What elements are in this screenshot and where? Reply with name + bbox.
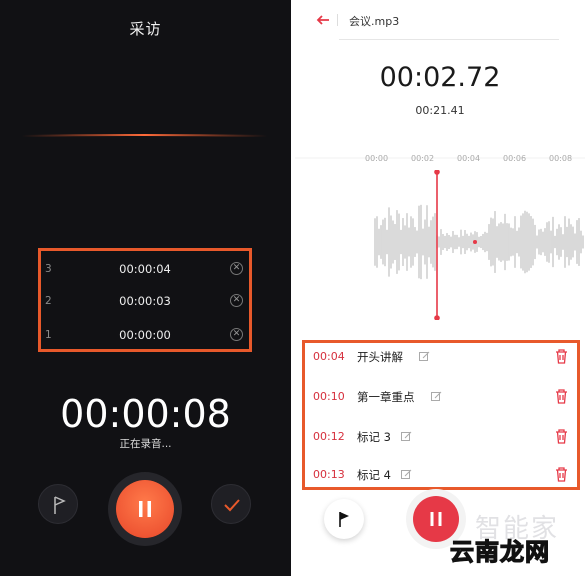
finish-recording-button[interactable] <box>211 484 251 524</box>
playhead-dot <box>473 240 477 244</box>
add-mark-button[interactable] <box>38 484 78 524</box>
back-arrow-icon[interactable] <box>315 12 331 28</box>
playhead-dot <box>434 315 440 320</box>
trash-icon[interactable] <box>555 349 568 364</box>
mark-time: 00:00:03 <box>119 294 171 308</box>
ruler-tick: 00:08 <box>549 154 573 163</box>
mark-list: 00:04 开头讲解 00:10 第一章重点 00:12 标记 3 00:13 … <box>302 340 580 490</box>
recording-screen: 采访 3 00:00:04 ✕ 2 00:00:03 ✕ 1 00:00:00 … <box>0 0 291 576</box>
mark-time: 00:10 <box>313 390 345 403</box>
trash-icon[interactable] <box>555 467 568 482</box>
live-waveform <box>22 133 267 137</box>
mark-time: 00:00:00 <box>119 328 171 342</box>
ruler-tick: 00:06 <box>503 154 527 163</box>
trash-icon[interactable] <box>555 389 568 404</box>
edit-icon[interactable] <box>401 431 412 442</box>
total-duration: 00:21.41 <box>415 104 465 117</box>
mark-name: 标记 3 <box>357 430 391 444</box>
current-time: 00:02.72 <box>379 62 501 93</box>
mark-time: 00:00:04 <box>119 262 171 276</box>
list-item: 3 00:00:04 ✕ <box>41 259 249 283</box>
list-item: 1 00:00:00 ✕ <box>41 325 249 349</box>
edit-icon[interactable] <box>431 391 442 402</box>
close-icon[interactable]: ✕ <box>230 328 243 341</box>
pause-icon <box>139 501 151 517</box>
list-item: 2 00:00:03 ✕ <box>41 291 249 315</box>
header-separator <box>337 14 338 26</box>
mark-list: 3 00:00:04 ✕ 2 00:00:03 ✕ 1 00:00:00 ✕ <box>38 248 252 352</box>
trash-icon[interactable] <box>555 429 568 444</box>
edit-icon[interactable] <box>401 469 412 480</box>
ruler-tick: 00:04 <box>457 154 481 163</box>
play-button[interactable] <box>324 499 364 539</box>
header-divider <box>339 39 559 40</box>
time-ruler <box>295 157 585 159</box>
list-item[interactable]: 00:12 标记 3 <box>305 427 577 447</box>
ruler-tick: 00:00 <box>365 154 389 163</box>
mark-time: 00:04 <box>313 350 345 363</box>
list-item[interactable]: 00:04 开头讲解 <box>305 347 577 367</box>
ruler-tick: 00:02 <box>411 154 435 163</box>
close-icon[interactable]: ✕ <box>230 294 243 307</box>
playback-screen: 会议.mp3 00:02.72 00:21.41 00:00 00:02 00:… <box>295 0 585 576</box>
page-title: 采访 <box>129 20 162 38</box>
pause-recording-button[interactable] <box>116 480 174 538</box>
flag-icon <box>54 496 66 514</box>
playhead-dot <box>434 170 440 175</box>
edit-icon[interactable] <box>419 351 430 362</box>
elapsed-time: 00:00:08 <box>60 392 231 436</box>
flag-icon <box>339 512 349 527</box>
recording-status: 正在录音... <box>119 438 172 450</box>
close-icon[interactable]: ✕ <box>230 262 243 275</box>
mark-time: 00:12 <box>313 430 345 443</box>
file-name: 会议.mp3 <box>349 15 400 28</box>
mark-time: 00:13 <box>313 468 345 481</box>
mark-name: 标记 4 <box>357 468 391 482</box>
watermark-text: 云南龙网 <box>449 537 550 566</box>
mark-name: 第一章重点 <box>357 390 415 404</box>
list-item[interactable]: 00:13 标记 4 <box>305 465 577 485</box>
list-item[interactable]: 00:10 第一章重点 <box>305 387 577 407</box>
mark-name: 开头讲解 <box>357 350 403 364</box>
check-icon <box>224 499 240 512</box>
audio-waveform[interactable] <box>295 170 585 320</box>
